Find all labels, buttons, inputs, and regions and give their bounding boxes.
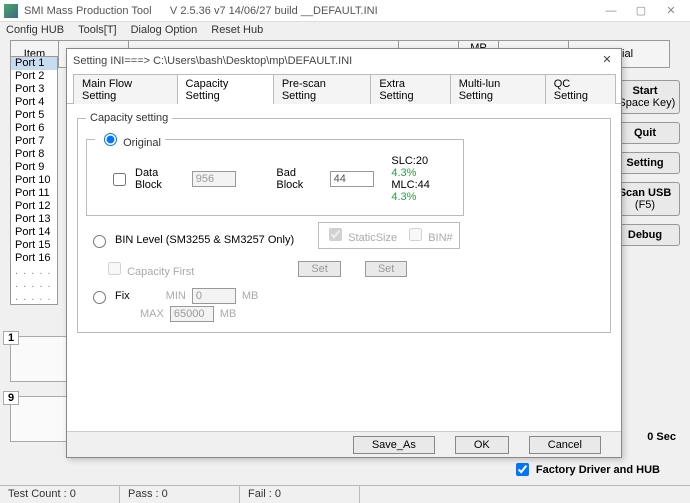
ok-button[interactable]: OK (455, 436, 509, 454)
status-test-count: Test Count : 0 (0, 486, 120, 503)
port-row[interactable]: Port 4 (11, 96, 57, 109)
capacity-first-check: Capacity First (104, 259, 194, 278)
port-row[interactable]: Port 8 (11, 148, 57, 161)
port-row[interactable]: Port 15 (11, 239, 57, 252)
radio-binlevel-label: BIN Level (SM3255 & SM3257 Only) (115, 234, 294, 246)
menu-tools[interactable]: Tools[T] (78, 24, 117, 38)
capacity-legend: Capacity setting (86, 112, 172, 124)
dialog-tabs: Main Flow Setting Capacity Setting Pre-s… (67, 73, 621, 104)
app-title: SMI Mass Production Tool V 2.5.36 v7 14/… (24, 5, 378, 17)
dialog-titlebar: Setting INI===> C:\Users\bash\Desktop\mp… (67, 49, 621, 73)
tab-extra[interactable]: Extra Setting (370, 74, 450, 104)
fix-max-label: MAX (140, 308, 164, 320)
timer-label: 0 Sec (647, 431, 676, 443)
menu-reset-hub[interactable]: Reset Hub (211, 24, 263, 38)
port-row[interactable]: Port 14 (11, 226, 57, 239)
port-row[interactable]: Port 12 (11, 200, 57, 213)
radio-original[interactable]: Original (95, 130, 165, 149)
port-row[interactable]: Port 3 (11, 83, 57, 96)
datablock-label: Data Block (135, 167, 186, 191)
original-group: Original Data Block Bad Block SLC:20 4.3… (86, 130, 464, 216)
dialog-close-button[interactable]: ✕ (599, 53, 615, 69)
dialog-title: Setting INI===> C:\Users\bash\Desktop\mp… (73, 55, 352, 67)
mlc-label: MLC:44 (391, 179, 430, 191)
tab-main-flow[interactable]: Main Flow Setting (73, 74, 178, 104)
port-row[interactable]: Port 2 (11, 70, 57, 83)
minimize-button[interactable]: — (596, 5, 626, 17)
cancel-button[interactable]: Cancel (529, 436, 601, 454)
port-row[interactable]: Port 13 (11, 213, 57, 226)
datablock-input (192, 171, 236, 187)
port-row[interactable]: Port 11 (11, 187, 57, 200)
badblock-label: Bad Block (276, 167, 323, 191)
tab-qc[interactable]: QC Setting (545, 74, 616, 104)
slot-label: 9 (3, 391, 19, 405)
port-row[interactable]: Port 16 (11, 252, 57, 265)
port-row[interactable]: Port 5 (11, 109, 57, 122)
port-row[interactable]: Port 7 (11, 135, 57, 148)
app-icon (4, 4, 18, 18)
statusbar: Test Count : 0 Pass : 0 Fail : 0 (0, 485, 690, 503)
port-row-empty: . . . . . (11, 291, 57, 304)
status-fail: Fail : 0 (240, 486, 360, 503)
binnum-check: BIN# (405, 225, 453, 244)
bin-set-button-1: Set (298, 261, 341, 277)
status-pass: Pass : 0 (120, 486, 240, 503)
port-row[interactable]: Port 1 (11, 57, 57, 70)
dialog-footer: Save_As OK Cancel (67, 431, 621, 457)
tab-capacity[interactable]: Capacity Setting (177, 74, 274, 104)
datablock-check[interactable] (113, 173, 126, 186)
staticsize-check: StaticSize (325, 225, 397, 244)
port-row[interactable]: Port 6 (11, 122, 57, 135)
fix-max-input (170, 306, 214, 322)
radio-original-input[interactable] (104, 133, 117, 146)
menu-config-hub[interactable]: Config HUB (6, 24, 64, 38)
radio-fix-input[interactable] (93, 291, 106, 304)
mlc-pct: 4.3% (391, 191, 416, 203)
bin-subgroup: StaticSize BIN# (318, 222, 460, 249)
bin-set-button-2: Set (365, 261, 408, 277)
factory-driver-checkbox[interactable]: Factory Driver and HUB (512, 460, 660, 479)
tab-multilun[interactable]: Multi-lun Setting (450, 74, 546, 104)
port-row-empty: . . . . . (11, 265, 57, 278)
fix-min-label: MIN (166, 290, 186, 302)
menu-dialog-option[interactable]: Dialog Option (131, 24, 198, 38)
port-row-empty: . . . . . (11, 278, 57, 291)
badblock-input[interactable] (330, 171, 374, 187)
close-button[interactable]: ✕ (656, 4, 686, 17)
radio-fix-label: Fix (115, 290, 130, 302)
slc-label: SLC:20 (391, 155, 428, 167)
settings-dialog: Setting INI===> C:\Users\bash\Desktop\mp… (66, 48, 622, 458)
factory-driver-check[interactable] (516, 463, 529, 476)
maximize-button[interactable]: ▢ (626, 4, 656, 17)
port-row[interactable]: Port 9 (11, 161, 57, 174)
menubar: Config HUB Tools[T] Dialog Option Reset … (0, 22, 690, 40)
tab-prescan[interactable]: Pre-scan Setting (273, 74, 372, 104)
titlebar: SMI Mass Production Tool V 2.5.36 v7 14/… (0, 0, 690, 22)
fix-min-input (192, 288, 236, 304)
save-as-button[interactable]: Save_As (353, 436, 435, 454)
capacity-setting-group: Capacity setting Original Data Block Bad… (77, 112, 611, 333)
slot-label: 1 (3, 331, 19, 345)
fix-unit-1: MB (242, 290, 259, 302)
slc-pct: 4.3% (391, 167, 416, 179)
radio-binlevel-input[interactable] (93, 235, 106, 248)
port-row[interactable]: Port 10 (11, 174, 57, 187)
port-list[interactable]: Port 1 Port 2 Port 3 Port 4 Port 5 Port … (10, 56, 58, 305)
fix-unit-2: MB (220, 308, 237, 320)
